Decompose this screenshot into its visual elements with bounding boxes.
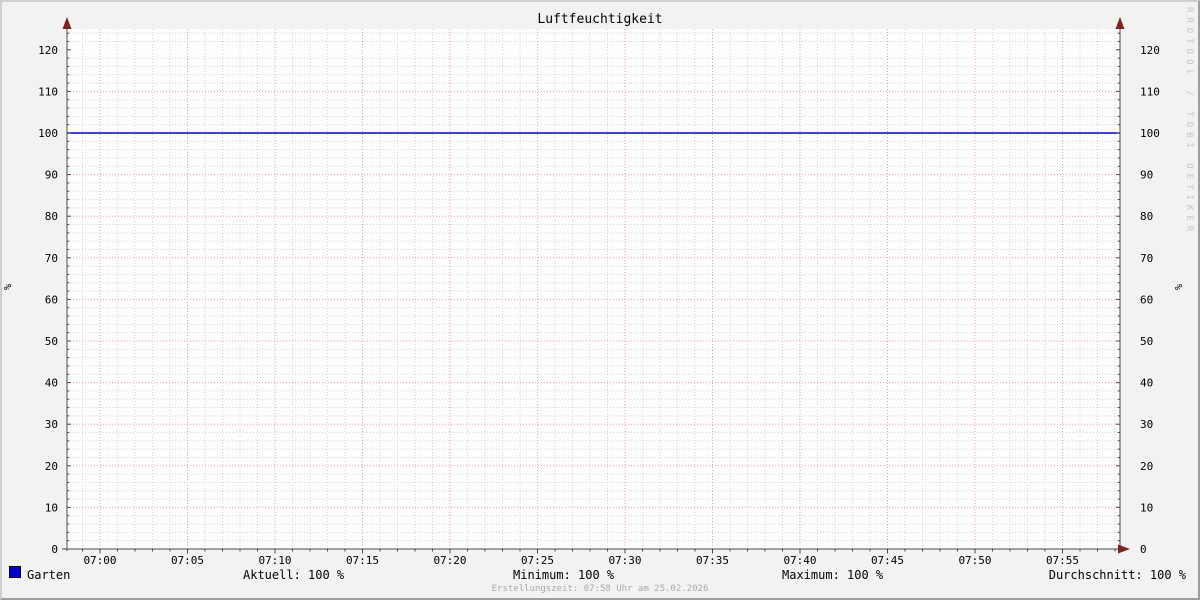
svg-text:120: 120 xyxy=(1140,44,1160,57)
svg-text:10: 10 xyxy=(45,501,58,514)
svg-text:80: 80 xyxy=(1140,210,1153,223)
svg-text:70: 70 xyxy=(45,252,58,265)
svg-text:100: 100 xyxy=(38,127,58,140)
svg-text:07:55: 07:55 xyxy=(1046,554,1079,567)
svg-text:07:00: 07:00 xyxy=(83,554,116,567)
stat-minimum: Minimum: 100 % xyxy=(513,568,615,582)
svg-text:07:20: 07:20 xyxy=(433,554,466,567)
y-tick-labels-right: 0 10 20 30 40 50 60 70 80 90 100 110 120 xyxy=(1140,44,1160,556)
svg-text:07:30: 07:30 xyxy=(608,554,641,567)
svg-text:60: 60 xyxy=(45,293,58,306)
svg-text:20: 20 xyxy=(1140,460,1153,473)
svg-text:0: 0 xyxy=(1140,543,1147,556)
svg-text:40: 40 xyxy=(45,377,58,390)
svg-text:50: 50 xyxy=(1140,335,1153,348)
svg-text:07:15: 07:15 xyxy=(346,554,379,567)
svg-text:80: 80 xyxy=(45,210,58,223)
creation-time: Erstellungszeit: 07:58 Uhr am 25.02.2026 xyxy=(491,584,709,594)
y-tick-labels-left: 0 10 20 30 40 50 60 70 80 90 100 110 120 xyxy=(38,44,58,556)
svg-text:07:50: 07:50 xyxy=(958,554,991,567)
svg-text:07:45: 07:45 xyxy=(871,554,904,567)
svg-text:90: 90 xyxy=(45,169,58,182)
plot-area: 0 10 20 30 40 50 60 70 80 90 100 110 120 0 10 20 30 40 50 6… xyxy=(38,17,1160,567)
svg-text:120: 120 xyxy=(38,44,58,57)
y-axis-unit-left: % xyxy=(3,283,14,291)
svg-text:20: 20 xyxy=(45,460,58,473)
svg-text:50: 50 xyxy=(45,335,58,348)
plot-canvas xyxy=(67,29,1120,549)
svg-text:30: 30 xyxy=(45,418,58,431)
series-color-swatch xyxy=(9,566,21,578)
svg-text:10: 10 xyxy=(1140,501,1153,514)
svg-text:60: 60 xyxy=(1140,293,1153,306)
svg-text:07:10: 07:10 xyxy=(258,554,291,567)
svg-text:30: 30 xyxy=(1140,418,1153,431)
svg-text:70: 70 xyxy=(1140,252,1153,265)
svg-text:07:25: 07:25 xyxy=(521,554,554,567)
stat-aktuell: Aktuell: 100 % xyxy=(243,568,345,582)
svg-text:90: 90 xyxy=(1140,169,1153,182)
y-axis-unit-right: % xyxy=(1172,283,1183,291)
stat-durchschnitt: Durchschnitt: 100 % xyxy=(1048,568,1186,582)
svg-text:0: 0 xyxy=(51,543,58,556)
legend-series-label: Garten xyxy=(27,568,71,582)
svg-text:100: 100 xyxy=(1140,127,1160,140)
svg-text:07:05: 07:05 xyxy=(171,554,204,567)
svg-text:07:35: 07:35 xyxy=(696,554,729,567)
rrd-graph-image: Luftfeuchtigkeit RRDTOOL / TOBI OETIKER … xyxy=(0,0,1200,600)
svg-text:110: 110 xyxy=(1140,85,1160,98)
x-tick-labels: 07:00 07:05 07:10 07:15 07:20 07:25 07:30 07:35… xyxy=(83,554,1079,567)
svg-text:07:40: 07:40 xyxy=(783,554,816,567)
svg-text:40: 40 xyxy=(1140,377,1153,390)
svg-text:110: 110 xyxy=(38,85,58,98)
stat-maximum: Maximum: 100 % xyxy=(782,568,884,582)
